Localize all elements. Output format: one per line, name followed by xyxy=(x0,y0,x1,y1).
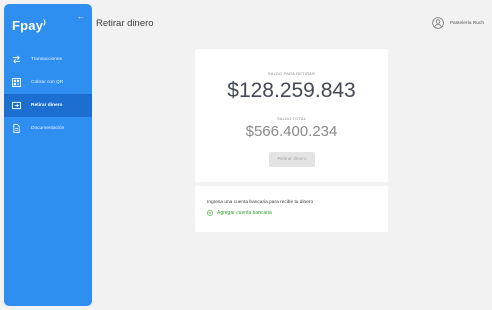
bank-account-card: Ingresa una cuenta bancaria para recibir… xyxy=(195,186,388,232)
fpay-logo[interactable]: Fpay⁾ xyxy=(12,18,46,33)
add-bank-account-label: Agregar cuenta bancaria xyxy=(217,210,272,216)
add-bank-account-link[interactable]: Agregar cuenta bancaria xyxy=(207,210,272,216)
sidebar-item-cobrar-qr[interactable]: Cobrar con QR xyxy=(4,71,92,94)
sidebar-item-transacciones[interactable]: Transacciones xyxy=(4,48,92,71)
withdrawable-balance-amount: $128.259.843 xyxy=(227,79,356,102)
sidebar-nav: Transacciones Cobrar con QR Retirar dine… xyxy=(4,48,92,140)
sidebar-item-label: Documentación xyxy=(31,126,65,131)
user-name: Pastelería Ruch xyxy=(449,20,484,26)
qr-code-icon xyxy=(11,78,22,87)
withdrawable-balance-label: SALDO PARA RETIRAR xyxy=(267,71,316,76)
user-avatar-icon xyxy=(432,17,444,29)
total-balance-amount: $566.400.234 xyxy=(245,123,338,140)
back-arrow-icon[interactable]: ← xyxy=(75,12,87,22)
withdraw-button[interactable]: Retirar dinero xyxy=(269,152,315,167)
header: Retirar dinero Pastelería Ruch xyxy=(92,4,492,44)
sidebar-item-label: Retirar dinero xyxy=(31,103,63,108)
document-icon xyxy=(11,124,22,133)
transfer-arrows-icon xyxy=(11,55,22,64)
sidebar: Fpay⁾ ← Transacciones Cobrar con QR Reti… xyxy=(4,4,92,306)
withdraw-screen-icon xyxy=(11,101,22,110)
logo-text: Fpay xyxy=(12,18,44,33)
sidebar-item-label: Transacciones xyxy=(31,57,63,62)
sidebar-item-documentacion[interactable]: Documentación xyxy=(4,117,92,140)
bank-account-prompt: Ingresa una cuenta bancaria para recibir… xyxy=(207,200,314,205)
user-menu[interactable]: Pastelería Ruch xyxy=(432,17,484,29)
balance-card: SALDO PARA RETIRAR $128.259.843 SALDO TO… xyxy=(195,49,388,182)
logo-mark: ⁾ xyxy=(43,19,47,31)
sidebar-item-retirar-dinero[interactable]: Retirar dinero xyxy=(4,94,92,117)
plus-circle-icon xyxy=(207,210,217,216)
page-title: Retirar dinero xyxy=(96,18,154,29)
total-balance-label: SALDO TOTAL xyxy=(276,116,307,121)
sidebar-item-label: Cobrar con QR xyxy=(31,80,64,85)
